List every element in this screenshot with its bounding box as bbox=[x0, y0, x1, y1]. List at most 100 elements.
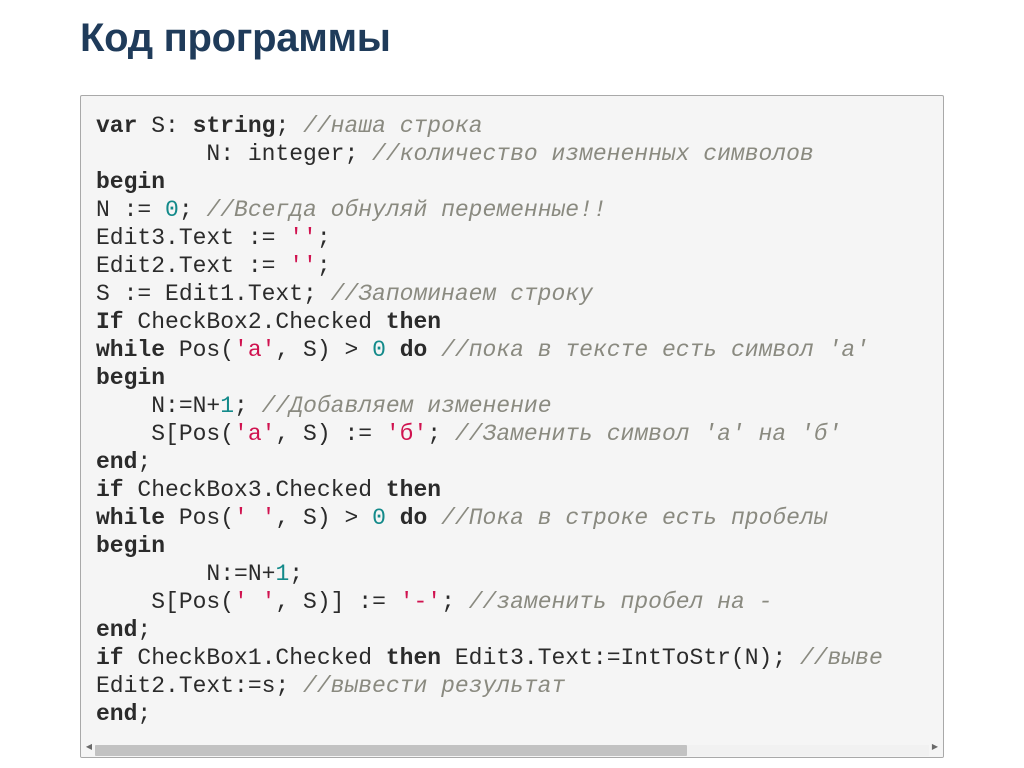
code-text: ; bbox=[427, 421, 455, 447]
code-line: if CheckBox1.Checked then Edit3.Text:=In… bbox=[96, 644, 883, 672]
code-line: N := 0; //Всегда обнуляй переменные!! bbox=[96, 196, 883, 224]
code-comment: //заменить пробел на - bbox=[468, 589, 773, 615]
code-text: ; bbox=[234, 393, 262, 419]
code-keyword: do bbox=[399, 337, 428, 363]
code-line: Edit2.Text:=s; //вывести результат bbox=[96, 672, 883, 700]
code-string: 'а' bbox=[234, 421, 276, 447]
code-comment: //выве bbox=[799, 645, 883, 671]
code-comment: //количество измененных символов bbox=[372, 141, 814, 167]
code-text: S := Edit1.Text; bbox=[96, 281, 331, 307]
code-keyword: string bbox=[192, 113, 276, 139]
code-text: ; bbox=[137, 449, 152, 475]
code-string: '' bbox=[289, 253, 317, 279]
code-text: CheckBox2.Checked bbox=[123, 309, 386, 335]
code-text: ; bbox=[316, 253, 331, 279]
code-text: , S) > bbox=[275, 337, 373, 363]
code-text: ; bbox=[275, 113, 304, 139]
code-string: 'а' bbox=[234, 337, 276, 363]
code-text: ; bbox=[137, 701, 152, 727]
code-string: '' bbox=[289, 225, 317, 251]
code-line: end; bbox=[96, 700, 883, 728]
code-keyword: while bbox=[96, 505, 166, 531]
code-line: Edit3.Text := ''; bbox=[96, 224, 883, 252]
code-lines: var S: string; //наша строка N: integer;… bbox=[96, 112, 883, 728]
code-line: begin bbox=[96, 532, 883, 560]
code-keyword: then bbox=[385, 645, 442, 671]
code-keyword: begin bbox=[96, 365, 166, 391]
code-text: S[Pos( bbox=[96, 421, 235, 447]
code-line: N:=N+1; bbox=[96, 560, 883, 588]
scrollbar-thumb[interactable] bbox=[95, 745, 688, 756]
code-text: , S)] := bbox=[275, 589, 400, 615]
code-text: S[Pos( bbox=[96, 589, 235, 615]
code-line: while Pos('а', S) > 0 do //пока в тексте… bbox=[96, 336, 883, 364]
code-number: 0 bbox=[165, 197, 179, 223]
code-comment: //вывести результат bbox=[303, 673, 566, 699]
code-string: ' ' bbox=[234, 505, 276, 531]
code-keyword: end bbox=[96, 617, 138, 643]
code-keyword: begin bbox=[96, 169, 166, 195]
code-keyword: end bbox=[96, 701, 138, 727]
code-comment: //пока в тексте есть символ 'а' bbox=[441, 337, 869, 363]
code-text: N:=N+ bbox=[96, 561, 276, 587]
code-text: ; bbox=[178, 197, 207, 223]
code-line: end; bbox=[96, 616, 883, 644]
code-line: If CheckBox2.Checked then bbox=[96, 308, 883, 336]
code-text: S: bbox=[137, 113, 193, 139]
code-text: CheckBox3.Checked bbox=[123, 477, 386, 503]
code-keyword: if bbox=[96, 645, 124, 671]
code-text: , S) := bbox=[275, 421, 386, 447]
code-keyword: while bbox=[96, 337, 166, 363]
code-line: if CheckBox3.Checked then bbox=[96, 476, 883, 504]
code-text: Edit2.Text := bbox=[96, 253, 290, 279]
code-text: Pos( bbox=[165, 337, 235, 363]
code-text: ; bbox=[137, 617, 152, 643]
code-line: Edit2.Text := ''; bbox=[96, 252, 883, 280]
horizontal-scrollbar[interactable]: ◀ ▶ bbox=[81, 737, 943, 757]
code-string: ' ' bbox=[234, 589, 276, 615]
code-keyword: then bbox=[385, 477, 442, 503]
code-comment: //Заменить символ 'а' на 'б' bbox=[454, 421, 842, 447]
arrow-right-icon[interactable]: ▶ bbox=[929, 741, 941, 753]
code-line: begin bbox=[96, 168, 883, 196]
code-line: S[Pos(' ', S)] := '-'; //заменить пробел… bbox=[96, 588, 883, 616]
code-block[interactable]: var S: string; //наша строка N: integer;… bbox=[80, 95, 944, 758]
code-text: ; bbox=[441, 589, 469, 615]
code-keyword: end bbox=[96, 449, 138, 475]
code-string: '-' bbox=[399, 589, 442, 615]
slide: Код программы var S: string; //наша стро… bbox=[0, 0, 1024, 768]
code-comment: //Запоминаем строку bbox=[330, 281, 593, 307]
arrow-left-icon[interactable]: ◀ bbox=[83, 741, 95, 753]
code-line: S[Pos('а', S) := 'б'; //Заменить символ … bbox=[96, 420, 883, 448]
code-text: ; bbox=[289, 561, 304, 587]
code-text: N := bbox=[96, 197, 166, 223]
code-comment: //Всегда обнуляй переменные!! bbox=[206, 197, 607, 223]
code-line: end; bbox=[96, 448, 883, 476]
code-line: begin bbox=[96, 364, 883, 392]
code-string: 'б' bbox=[385, 421, 428, 447]
code-text: CheckBox1.Checked bbox=[123, 645, 386, 671]
scrollbar-track[interactable] bbox=[95, 745, 929, 756]
code-viewport: var S: string; //наша строка N: integer;… bbox=[81, 96, 943, 737]
slide-title: Код программы bbox=[80, 16, 391, 60]
code-comment: //Добавляем изменение bbox=[261, 393, 552, 419]
code-keyword: begin bbox=[96, 533, 166, 559]
code-text: Edit2.Text:=s; bbox=[96, 673, 304, 699]
code-line: N: integer; //количество измененных симв… bbox=[96, 140, 883, 168]
code-text: , S) > bbox=[275, 505, 373, 531]
code-number: 1 bbox=[220, 393, 235, 419]
code-comment: //Пока в строке есть пробелы bbox=[441, 505, 828, 531]
code-keyword: if bbox=[96, 477, 124, 503]
code-text: N: integer; bbox=[96, 141, 373, 167]
code-text: Pos( bbox=[165, 505, 235, 531]
code-text: N:=N+ bbox=[96, 393, 221, 419]
code-number: 0 bbox=[372, 337, 386, 363]
code-line: var S: string; //наша строка bbox=[96, 112, 883, 140]
code-comment: //наша строка bbox=[303, 113, 483, 139]
code-keyword: var bbox=[96, 113, 138, 139]
code-keyword: then bbox=[385, 309, 442, 335]
